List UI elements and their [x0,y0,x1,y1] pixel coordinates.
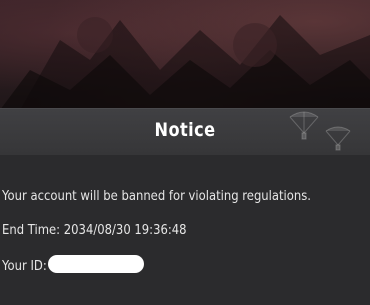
end-time-label: End Time: [2,222,61,238]
ban-message: Your account will be banned for violatin… [2,188,311,204]
end-time-value: 2034/08/30 19:36:48 [63,222,187,238]
notice-dialog: Notice Your account will be banned for v… [0,108,370,305]
user-id-redaction [48,255,144,273]
dialog-title: Notice [154,119,216,141]
background-artwork [0,0,370,110]
end-time-row: End Time: 2034/08/30 19:36:48 [2,222,187,238]
user-id-row: Your ID: [2,258,47,274]
user-id-label: Your ID: [2,258,47,274]
dialog-title-bar: Notice [0,108,370,155]
